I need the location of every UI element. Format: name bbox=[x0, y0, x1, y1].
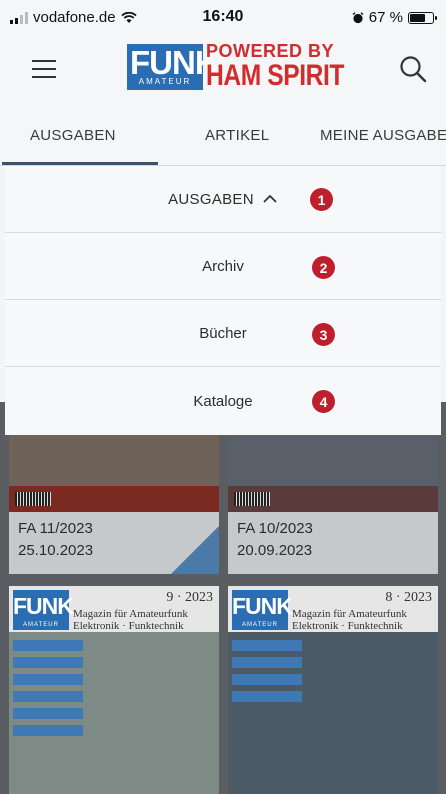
issue-meta: FA 11/2023 25.10.2023 bbox=[9, 512, 219, 574]
ausgaben-dropdown-menu: AUSGABEN 1 Archiv 2 Bücher 3 Kataloge 4 bbox=[5, 166, 441, 435]
status-right: 67 % bbox=[352, 9, 437, 26]
callout-badge: 3 bbox=[311, 322, 336, 347]
dropdown-item-label: Archiv bbox=[202, 257, 244, 275]
menu-icon[interactable] bbox=[32, 60, 56, 80]
battery-percent: 67 % bbox=[368, 9, 403, 26]
magazine-cover-image bbox=[228, 632, 438, 794]
tab-bar: AUSGABEN ARTIKEL MEINE AUSGABE bbox=[0, 110, 446, 166]
alarm-icon bbox=[352, 11, 364, 23]
status-bar: vodafone.de 16:40 67 % bbox=[0, 0, 446, 34]
logo-ham-spirit-text: HAM SPIRIT bbox=[206, 59, 345, 92]
dropdown-header-label: AUSGABEN bbox=[168, 190, 254, 208]
battery-icon bbox=[408, 11, 437, 24]
dropdown-item-label: Bücher bbox=[199, 324, 247, 342]
issue-title: FA 10/2023 bbox=[237, 520, 313, 537]
logo-box: FUNK AMATEUR bbox=[127, 44, 219, 90]
callout-badge: 4 bbox=[311, 389, 336, 414]
active-tab-indicator bbox=[2, 162, 158, 165]
dropdown-header-ausgaben[interactable]: AUSGABEN 1 bbox=[5, 166, 441, 233]
callout-badge: 1 bbox=[309, 187, 334, 212]
tab-ausgaben[interactable]: AUSGABEN bbox=[30, 127, 116, 144]
issue-date: 25.10.2023 bbox=[18, 542, 94, 559]
magazine-number: 8 · 2023 bbox=[385, 590, 432, 605]
issue-title: FA 11/2023 bbox=[18, 520, 93, 537]
dropdown-item-label: Kataloge bbox=[193, 392, 253, 410]
callout-badge: 2 bbox=[311, 255, 336, 280]
chevron-up-icon bbox=[263, 194, 277, 203]
magazine-subtitle: Magazin für Amateurfunk Elektronik · Funk… bbox=[292, 608, 407, 632]
magazine-cover-header: FUNK AMATEUR 9 · 2023 Magazin für Amateur… bbox=[9, 586, 219, 632]
app-header: FUNK AMATEUR POWERED BY HAM SPIRIT bbox=[0, 34, 446, 110]
dropdown-item-kataloge[interactable]: Kataloge 4 bbox=[5, 367, 441, 435]
magazine-logo: FUNK AMATEUR bbox=[232, 590, 293, 630]
search-icon[interactable] bbox=[398, 54, 428, 84]
issue-corner-marker bbox=[171, 526, 219, 574]
magazine-cover-image bbox=[9, 632, 219, 794]
issue-date: 20.09.2023 bbox=[237, 542, 313, 559]
tab-artikel[interactable]: ARTIKEL bbox=[205, 127, 269, 144]
magazine-cover[interactable]: FUNK AMATEUR 9 · 2023 Magazin für Amateur… bbox=[9, 586, 219, 794]
magazine-number: 9 · 2023 bbox=[166, 590, 213, 605]
magazine-cover-header: FUNK AMATEUR 8 · 2023 Magazin für Amateur… bbox=[228, 586, 438, 632]
tab-meine-ausgaben[interactable]: MEINE AUSGABE bbox=[320, 127, 446, 144]
dropdown-item-buecher[interactable]: Bücher 3 bbox=[5, 300, 441, 367]
magazine-logo: FUNK AMATEUR bbox=[13, 590, 74, 630]
dropdown-item-archiv[interactable]: Archiv 2 bbox=[5, 233, 441, 300]
magazine-cover[interactable]: FUNK AMATEUR 8 · 2023 Magazin für Amateur… bbox=[228, 586, 438, 794]
issue-meta: FA 10/2023 20.09.2023 bbox=[228, 512, 438, 574]
issues-grid: FA 11/2023 25.10.2023 FA 10/2023 20.09.2… bbox=[0, 402, 446, 794]
magazine-subtitle: Magazin für Amateurfunk Elektronik · Funk… bbox=[73, 608, 188, 632]
funkamateur-logo[interactable]: FUNK AMATEUR POWERED BY HAM SPIRIT bbox=[127, 38, 344, 96]
logo-amateur-text: AMATEUR bbox=[138, 77, 192, 86]
